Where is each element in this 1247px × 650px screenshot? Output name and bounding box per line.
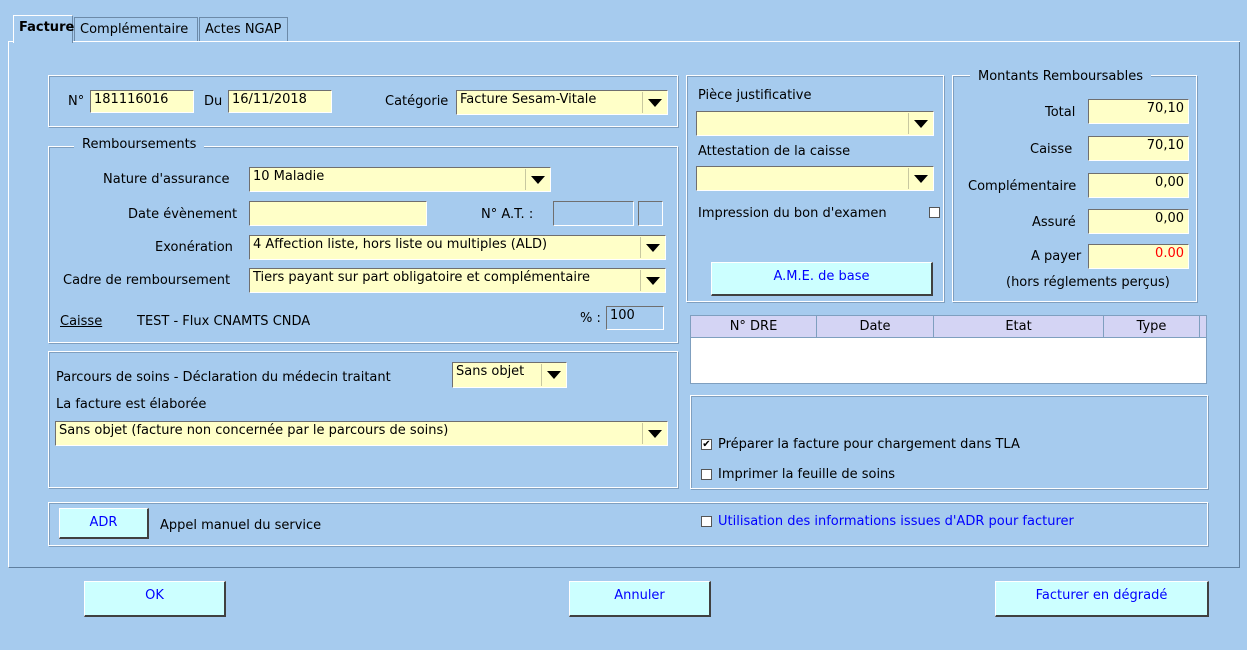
tab-label: Facture [19,20,75,35]
chevron-down-icon[interactable] [541,364,565,386]
categorie-label: Catégorie [385,94,449,109]
annuler-button[interactable]: Annuler [569,581,711,617]
total-field[interactable]: 70,10 [1088,99,1189,124]
compl-label: Complémentaire [968,179,1077,194]
pct-label: % : [580,311,601,326]
exoneration-value: 4 Affection liste, hors liste ou multipl… [253,237,548,252]
tab-label: Complémentaire [80,22,189,37]
categorie-value: Facture Sesam-Vitale [460,92,597,107]
chevron-down-icon[interactable] [642,92,666,113]
elaboree-label: La facture est élaborée [56,397,207,412]
nat-field[interactable] [553,201,634,226]
preparer-label: Préparer la facture pour chargement dans… [718,437,1020,452]
piece-select[interactable] [696,111,934,136]
attestation-label: Attestation de la caisse [698,144,851,159]
total-label: Total [1045,105,1076,120]
nature-label: Nature d'assurance [103,172,230,187]
categorie-select[interactable]: Facture Sesam-Vitale [456,90,668,115]
adr-label: Appel manuel du service [160,518,322,533]
chevron-down-icon[interactable] [908,113,932,134]
caisse-amount-label: Caisse [1030,142,1073,157]
montants-legend: Montants Remboursables [970,69,1151,84]
nat-key-field[interactable] [638,201,663,226]
preparer-checkbox[interactable]: ✔ [701,439,712,450]
ame-button[interactable]: A.M.E. de base [711,262,933,296]
date-label: Du [204,94,223,109]
date-evt-label: Date évènement [128,207,238,222]
num-label: N° [68,94,85,109]
nature-value: 10 Maladie [253,169,325,184]
pct-field[interactable]: 100 [606,306,664,330]
ok-button[interactable]: OK [84,581,226,617]
adr-checkbox-label: Utilisation des informations issues d'AD… [718,514,1074,529]
caisse-value: TEST - Flux CNAMTS CNDA [137,314,311,329]
dre-header-num[interactable]: N° DRE [691,316,817,338]
cadre-value: Tiers payant sur part obligatoire et com… [253,270,591,285]
cadre-select[interactable]: Tiers payant sur part obligatoire et com… [249,268,666,293]
facturer-degrade-button[interactable]: Facturer en dégradé [995,581,1209,617]
parcours-label: Parcours de soins - Déclaration du médec… [56,370,391,385]
imprimer-checkbox[interactable] [701,469,712,480]
dre-header-type[interactable]: Type [1104,316,1200,338]
hors-label: (hors réglements perçus) [1006,275,1170,290]
assure-field[interactable]: 0,00 [1088,209,1189,234]
apayer-field[interactable]: 0.00 [1088,244,1189,269]
remboursements-legend: Remboursements [74,137,205,152]
dre-table[interactable]: N° DRE Date Etat Type [690,315,1207,384]
tab-label: Actes NGAP [205,22,282,37]
dre-header-etat[interactable]: Etat [934,316,1104,338]
adr-button[interactable]: ADR [59,508,149,539]
chevron-down-icon[interactable] [640,237,664,258]
nature-select[interactable]: 10 Maladie [249,167,551,192]
tab-actes-ngap[interactable]: Actes NGAP [199,17,288,42]
caisse-amount-field[interactable]: 70,10 [1088,136,1189,161]
tab-complementaire[interactable]: Complémentaire [74,17,198,42]
elaboree-select[interactable]: Sans objet (facture non concernée par le… [55,421,668,446]
cadre-label: Cadre de remboursement [63,273,231,288]
caisse-link[interactable]: Caisse [60,314,102,329]
impression-checkbox[interactable] [929,207,940,218]
chevron-down-icon[interactable] [908,168,932,189]
elaboree-value: Sans objet (facture non concernée par le… [59,423,449,438]
tab-facture[interactable]: Facture [13,15,75,43]
check-icon: ✔ [702,439,711,450]
parcours-select[interactable]: Sans objet [452,362,567,388]
adr-checkbox[interactable] [701,516,712,527]
piece-label: Pièce justificative [698,88,812,103]
exoneration-label: Exonération [155,240,233,255]
imprimer-label: Imprimer la feuille de soins [718,467,896,482]
exoneration-select[interactable]: 4 Affection liste, hors liste ou multipl… [249,235,666,260]
tab-divider [300,41,1240,42]
date-evt-field[interactable] [249,201,427,226]
attestation-select[interactable] [696,166,934,191]
impression-label: Impression du bon d'examen [698,206,887,221]
chevron-down-icon[interactable] [525,169,549,190]
nat-label: N° A.T. : [481,207,534,222]
num-field[interactable]: 181116016 [90,90,194,113]
chevron-down-icon[interactable] [640,270,664,291]
apayer-label: A payer [1031,249,1082,264]
dre-header-filler [1200,316,1206,338]
assure-label: Assuré [1032,215,1076,230]
date-field[interactable]: 16/11/2018 [228,90,332,113]
chevron-down-icon[interactable] [642,423,666,444]
compl-field[interactable]: 0,00 [1088,173,1189,198]
parcours-value: Sans objet [456,364,525,379]
dre-header-date[interactable]: Date [817,316,934,338]
